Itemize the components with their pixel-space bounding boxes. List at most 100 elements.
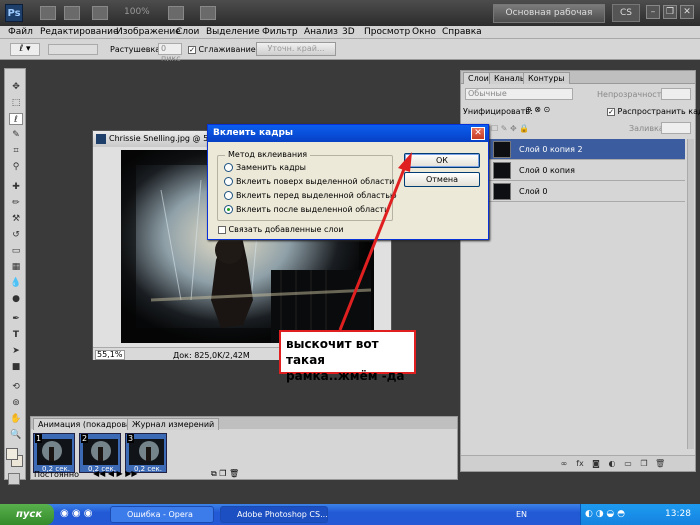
arrange-documents-icon[interactable]: [168, 6, 184, 20]
task-photoshop[interactable]: Adobe Photoshop CS...: [220, 506, 328, 523]
radio-icon[interactable]: [224, 177, 233, 186]
antialias-checkbox[interactable]: ✓ Сглаживание: [188, 45, 256, 54]
eyedropper-tool-icon[interactable]: ⚲: [9, 161, 23, 173]
tab-measurement-log[interactable]: Журнал измерений: [127, 418, 220, 430]
radio-replace-frames[interactable]: Заменить кадры: [224, 163, 306, 172]
minibridge-icon[interactable]: [64, 6, 80, 20]
menu-edit[interactable]: Редактирование: [40, 27, 119, 37]
menu-file[interactable]: Файл: [8, 27, 33, 37]
unify-icons[interactable]: ⊕ ⊗ ⊙: [525, 105, 565, 116]
view-extras-icon[interactable]: [92, 6, 108, 20]
workspace-button[interactable]: Основная рабочая среда: [493, 4, 605, 35]
cs-live-button[interactable]: CS: [612, 4, 640, 22]
layer-style-icon[interactable]: fx: [575, 459, 585, 469]
type-tool-icon[interactable]: T: [9, 329, 23, 341]
feather-input[interactable]: 0 пикс: [158, 43, 182, 63]
checkbox-checked-icon[interactable]: ✓: [607, 107, 615, 116]
quick-select-tool-icon[interactable]: ✎: [9, 129, 23, 141]
dodge-tool-icon[interactable]: ●: [9, 293, 23, 305]
checkbox-checked-icon[interactable]: ✓: [188, 45, 196, 54]
clone-stamp-tool-icon[interactable]: ⚒: [9, 213, 23, 225]
gradient-tool-icon[interactable]: ▦: [9, 261, 23, 273]
dialog-title-bar[interactable]: Вклеить кадры ✕: [208, 125, 488, 142]
menu-window[interactable]: Окно: [412, 27, 436, 37]
refine-edge-button[interactable]: Уточн. край...: [256, 42, 336, 56]
trash-icon[interactable]: 🗑: [655, 459, 665, 469]
radio-icon[interactable]: [224, 163, 233, 172]
tray-icons[interactable]: ◐ ◑ ◒ ◓: [585, 509, 625, 519]
lock-icons[interactable]: ☐ ✎ ✥ 🔒: [491, 124, 529, 133]
3d-rotate-tool-icon[interactable]: ⟲: [9, 381, 23, 393]
animation-frame[interactable]: 2 0,2 сек.: [79, 433, 121, 473]
minimize-icon[interactable]: –: [646, 5, 660, 19]
foreground-color-swatch[interactable]: [6, 448, 18, 460]
document-size-info[interactable]: Док: 825,0K/2,42M: [173, 351, 250, 360]
link-layers-icon[interactable]: ∞: [559, 459, 569, 469]
eraser-tool-icon[interactable]: ▭: [9, 245, 23, 257]
menu-filter[interactable]: Фильтр: [262, 27, 298, 37]
quicklaunch-icons[interactable]: ◉ ◉ ◉: [60, 508, 93, 519]
menu-help[interactable]: Справка: [442, 27, 482, 37]
bridge-icon[interactable]: [40, 6, 56, 20]
task-opera[interactable]: Ошибка - Opera: [110, 506, 214, 523]
quick-mask-icon[interactable]: [8, 473, 20, 485]
screen-mode-icon[interactable]: [200, 6, 216, 20]
blend-mode-select[interactable]: Обычные: [465, 88, 573, 100]
playback-controls-icon[interactable]: ◀◀ ◀ ▶ ▶▶: [93, 469, 138, 478]
marquee-tool-icon[interactable]: ⬚: [9, 97, 23, 109]
healing-brush-tool-icon[interactable]: ✚: [9, 181, 23, 193]
radio-selected-icon[interactable]: [224, 205, 233, 214]
move-tool-icon[interactable]: ✥: [9, 81, 23, 93]
fill-input[interactable]: [661, 122, 691, 134]
panel-tabs: Слои Каналы Контуры: [461, 71, 695, 84]
zoom-tool-icon[interactable]: 🔍: [9, 429, 23, 441]
close-icon[interactable]: ✕: [680, 5, 694, 19]
new-group-icon[interactable]: ▭: [623, 459, 633, 469]
link-layers-checkbox[interactable]: Связать добавленные слои: [218, 225, 344, 234]
layer-row[interactable]: Слой 0 копия: [475, 160, 685, 181]
menu-layers[interactable]: Слои: [176, 27, 199, 37]
selection-mode-icons[interactable]: [48, 44, 98, 55]
start-button[interactable]: пуск: [0, 504, 54, 525]
blur-tool-icon[interactable]: 💧: [9, 277, 23, 289]
crop-tool-icon[interactable]: ⌗: [9, 145, 23, 157]
layer-row[interactable]: Слой 0: [475, 181, 685, 202]
menu-3d[interactable]: 3D: [342, 27, 355, 37]
hand-tool-icon[interactable]: ✋: [9, 413, 23, 425]
new-layer-icon[interactable]: ❐: [639, 459, 649, 469]
language-indicator[interactable]: EN: [516, 510, 527, 519]
tab-paths[interactable]: Контуры: [523, 72, 570, 84]
layer-row[interactable]: ● Слой 0 копия 2: [475, 139, 685, 160]
animation-frame[interactable]: 3 0,2 сек.: [125, 433, 167, 473]
close-icon[interactable]: ✕: [471, 127, 485, 140]
lasso-tool-icon[interactable]: ℓ: [9, 113, 23, 125]
restore-icon[interactable]: ❐: [663, 5, 677, 19]
propagate-frame-checkbox[interactable]: ✓ Распространить кадр 1: [607, 107, 700, 116]
lasso-preset-icon[interactable]: ℓ ▾: [10, 43, 40, 56]
pen-tool-icon[interactable]: ✒: [9, 313, 23, 325]
path-select-tool-icon[interactable]: ➤: [9, 345, 23, 357]
checkbox-icon[interactable]: [218, 225, 226, 234]
dialog-title: Вклеить кадры: [213, 128, 294, 138]
menu-analysis[interactable]: Анализ: [304, 27, 338, 37]
clock[interactable]: 13:28: [665, 509, 691, 519]
layer-mask-icon[interactable]: ◙: [591, 459, 601, 469]
menu-view[interactable]: Просмотр: [364, 27, 410, 37]
zoom-level[interactable]: 100%: [124, 7, 150, 17]
layer-name: Слой 0 копия 2: [519, 145, 583, 154]
menu-image[interactable]: Изображение: [116, 27, 181, 37]
layers-scrollbar[interactable]: [687, 139, 694, 449]
shape-tool-icon[interactable]: ■: [9, 361, 23, 373]
3d-orbit-tool-icon[interactable]: ⊚: [9, 397, 23, 409]
opacity-input[interactable]: [661, 88, 691, 100]
loop-select[interactable]: Постоянно: [34, 470, 79, 479]
layer-name: Слой 0: [519, 187, 548, 196]
frame-tools-icon[interactable]: ⧉ ❐ 🗑: [211, 469, 239, 479]
document-zoom-field[interactable]: 55,1%: [95, 350, 125, 360]
radio-icon[interactable]: [224, 191, 233, 200]
animation-frame[interactable]: 1 0,2 сек.: [33, 433, 75, 473]
menu-select[interactable]: Выделение: [206, 27, 260, 37]
history-brush-tool-icon[interactable]: ↺: [9, 229, 23, 241]
adjustment-layer-icon[interactable]: ◐: [607, 459, 617, 469]
brush-tool-icon[interactable]: ✏: [9, 197, 23, 209]
